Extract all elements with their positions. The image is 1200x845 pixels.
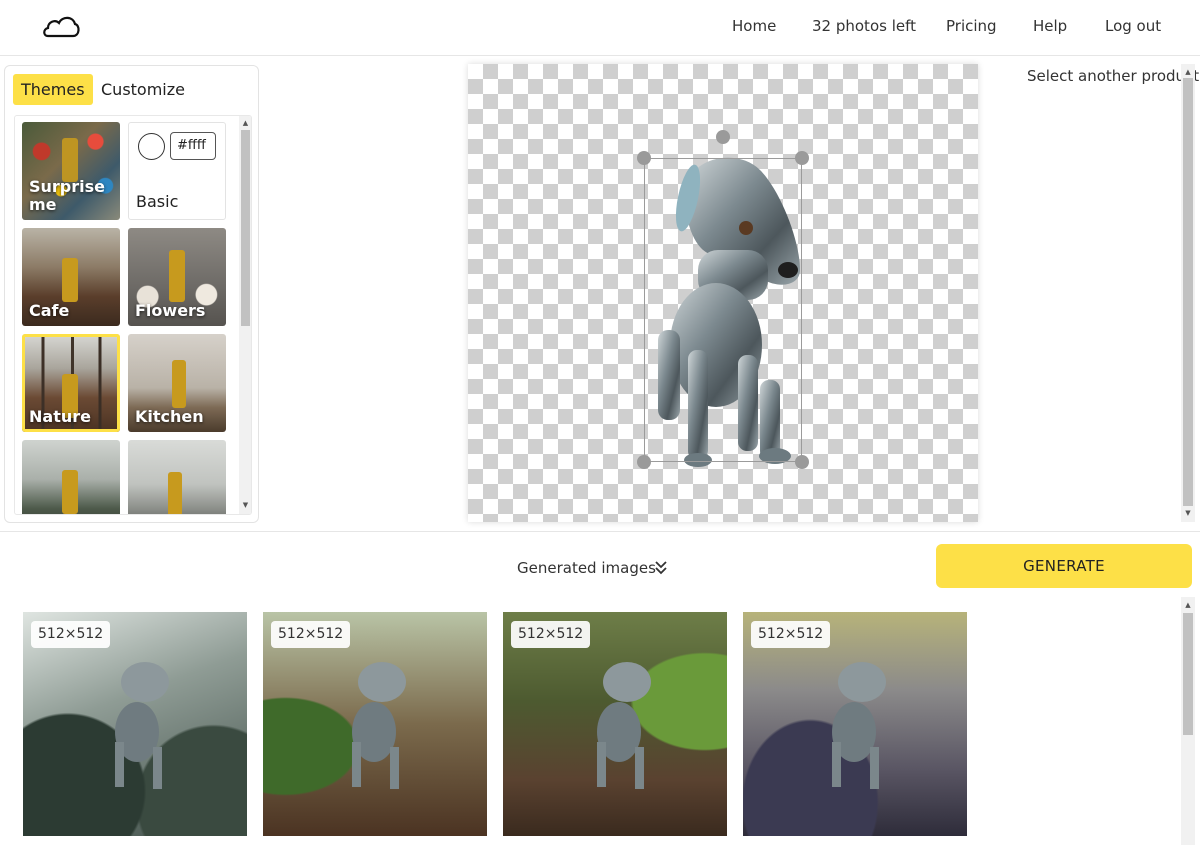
nav-home-link[interactable]: Home [732,17,776,35]
canvas-area-scrollbar[interactable]: ▲ ▼ [1181,64,1195,522]
theme-tile-surprise-me[interactable]: Surprise me [22,122,120,220]
robot-dog-thumbnail [597,662,651,789]
resize-handle-top-right[interactable] [795,151,809,165]
generated-image-card[interactable]: 512×512 [23,612,247,836]
scroll-up-arrow-icon[interactable]: ▲ [239,118,251,128]
hex-color-input[interactable]: #ffff [170,132,216,160]
size-badge: 512×512 [751,621,831,648]
theme-grid-scrollbar[interactable]: ▲ ▼ [239,116,251,514]
scroll-down-arrow-icon[interactable]: ▼ [1181,508,1195,518]
resize-handle-bottom-left[interactable] [637,455,651,469]
theme-panel: Themes Customize Surprise me #ffff Basic… [4,65,259,523]
generated-image-card[interactable]: 512×512 [503,612,727,836]
theme-label: Flowers [135,301,206,320]
size-badge: 512×512 [511,621,591,648]
color-picker-swatch[interactable] [138,133,165,160]
scroll-up-arrow-icon[interactable]: ▲ [1181,67,1195,77]
size-badge: 512×512 [271,621,351,648]
theme-label: Cafe [29,301,70,320]
top-bar: Home 32 photos left Pricing Help Log out [0,0,1200,56]
scroll-down-arrow-icon[interactable]: ▼ [239,500,251,510]
theme-tile-living-room[interactable] [22,440,120,514]
theme-tile-flowers[interactable]: Flowers [128,228,226,326]
generated-image-card[interactable]: 512×512 [263,612,487,836]
theme-tile-sofa[interactable] [128,440,226,514]
theme-tile-kitchen[interactable]: Kitchen [128,334,226,432]
scroll-thumb[interactable] [241,130,250,326]
robot-dog-thumbnail [115,662,169,789]
generated-images-toggle[interactable]: Generated images [517,559,656,577]
theme-tile-nature[interactable]: Nature [22,334,120,432]
theme-label: Surprise me [29,177,106,214]
size-badge: 512×512 [31,621,111,648]
theme-tile-cafe[interactable]: Cafe [22,228,120,326]
scroll-up-arrow-icon[interactable]: ▲ [1181,600,1195,610]
theme-tile-basic[interactable]: #ffff Basic [128,122,226,220]
generated-image-card[interactable]: 512×512 [743,612,967,836]
logout-link[interactable]: Log out [1105,17,1161,35]
theme-grid: Surprise me #ffff Basic Cafe Flowers Nat… [14,115,252,515]
robot-dog-thumbnail [352,662,406,789]
generate-button[interactable]: GENERATE [936,544,1192,588]
scroll-thumb[interactable] [1183,613,1193,735]
nav-help-link[interactable]: Help [1033,17,1067,35]
results-scrollbar[interactable]: ▲ [1181,597,1195,845]
robot-dog-thumbnail [832,662,886,789]
tab-themes[interactable]: Themes [13,74,93,105]
photos-left-counter[interactable]: 32 photos left [812,17,916,35]
section-divider [0,531,1200,532]
rotate-handle[interactable] [716,130,730,144]
nav-pricing-link[interactable]: Pricing [946,17,997,35]
select-another-product-link[interactable]: Select another product [1027,67,1199,85]
double-chevron-down-icon[interactable] [654,560,668,576]
resize-handle-bottom-right[interactable] [795,455,809,469]
theme-label: Nature [29,407,91,426]
theme-label: Kitchen [135,407,204,426]
cloud-logo-icon[interactable] [42,14,80,40]
theme-label: Basic [136,192,179,211]
tab-customize[interactable]: Customize [93,74,193,105]
scroll-thumb[interactable] [1183,78,1193,506]
resize-handle-top-left[interactable] [637,151,651,165]
selection-bounding-box[interactable] [644,158,802,462]
